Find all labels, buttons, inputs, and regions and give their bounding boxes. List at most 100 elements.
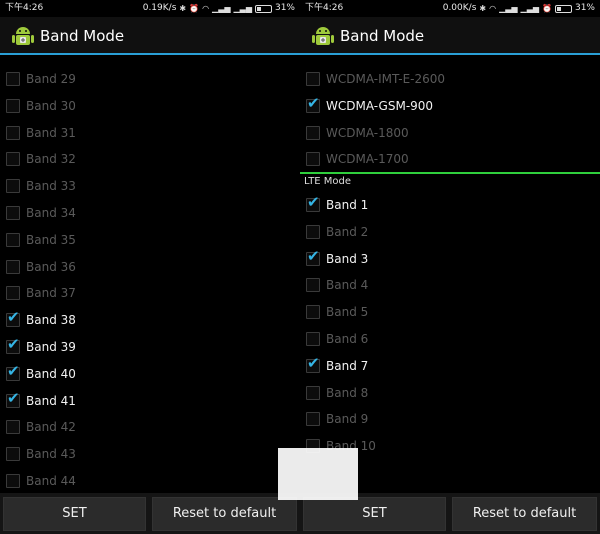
check-icon: ✔ — [7, 308, 20, 327]
band-row[interactable]: ✔ Band 40 — [0, 361, 300, 388]
band-row[interactable]: Band 37 — [0, 280, 300, 307]
page-title: Band Mode — [340, 27, 425, 45]
status-time: 下午4:26 — [5, 3, 44, 13]
check-icon: ✔ — [307, 353, 320, 372]
band-label: Band 1 — [326, 198, 369, 212]
checkbox[interactable] — [6, 179, 20, 194]
band-row[interactable]: Band 2 — [300, 219, 600, 246]
band-row[interactable]: WCDMA-1700 — [300, 146, 600, 173]
signal-icon: ▁▃▅ — [499, 4, 518, 13]
checkbox[interactable] — [6, 420, 20, 435]
checkbox[interactable] — [306, 125, 320, 140]
checkbox[interactable] — [6, 447, 20, 462]
band-label: WCDMA-1700 — [326, 152, 409, 167]
band-label: Band 30 — [26, 98, 76, 113]
checkbox[interactable] — [6, 286, 20, 301]
band-row[interactable]: Band 9 — [300, 406, 600, 433]
page-title: Band Mode — [40, 27, 125, 45]
band-row[interactable]: ✔ Band 7 — [300, 353, 600, 380]
status-bar: 下午4:26 0.19K/s ✱ ⏰ ◠ ▁▃▅ ▁▃▅ 31% — [0, 0, 300, 17]
checkbox[interactable] — [6, 259, 20, 274]
band-row[interactable]: WCDMA-1800 — [300, 120, 600, 147]
band-row[interactable]: ✔ Band 3 — [300, 246, 600, 273]
band-row[interactable]: WCDMA-IMT-E-2600 — [300, 66, 600, 93]
band-row[interactable]: ✔ Band 39 — [0, 334, 300, 361]
left-screen: 下午4:26 0.19K/s ✱ ⏰ ◠ ▁▃▅ ▁▃▅ 31% Band Mo… — [0, 0, 300, 534]
checkbox[interactable] — [6, 98, 20, 113]
check-icon: ✔ — [7, 335, 20, 353]
checkbox-checked[interactable]: ✔ — [306, 195, 320, 212]
band-row[interactable]: Band 32 — [0, 146, 300, 173]
battery-fill — [556, 6, 561, 11]
band-row[interactable]: Band 35 — [0, 227, 300, 254]
band-row[interactable]: Band 36 — [0, 254, 300, 281]
android-icon — [12, 27, 34, 45]
signal-icon-2: ▁▃▅ — [233, 4, 252, 13]
bluetooth-icon: ✱ — [179, 4, 187, 13]
band-row[interactable]: Band 43 — [0, 441, 300, 468]
checkbox[interactable] — [306, 412, 320, 427]
band-row[interactable]: Band 44 — [0, 468, 300, 495]
band-row[interactable]: Band 29 — [0, 66, 300, 93]
checkbox[interactable] — [306, 385, 320, 400]
band-row[interactable]: Band 5 — [300, 299, 600, 326]
checkbox[interactable] — [306, 152, 320, 167]
checkbox-checked[interactable]: ✔ — [306, 95, 320, 113]
checkbox[interactable] — [6, 72, 20, 86]
network-speed: 0.00K/s — [442, 3, 477, 13]
checkbox[interactable] — [306, 278, 320, 293]
band-row[interactable]: Band 42 — [0, 414, 300, 441]
band-row[interactable]: ✔ Band 1 — [300, 192, 600, 219]
alarm-icon: ⏰ — [189, 4, 200, 13]
band-row[interactable]: ✔ Band 41 — [0, 388, 300, 415]
battery-fill — [256, 6, 261, 11]
signal-icon: ▁▃▅ — [212, 4, 231, 13]
band-row[interactable]: Band 4 — [300, 272, 600, 299]
checkbox[interactable] — [306, 72, 320, 86]
checkbox[interactable] — [6, 125, 20, 140]
checkbox[interactable] — [306, 332, 320, 346]
band-label: Band 39 — [26, 340, 76, 354]
signal-icon-2: ▁▃▅ — [520, 4, 540, 13]
reset-default-button[interactable]: Reset to default — [452, 497, 597, 531]
band-label: Band 36 — [26, 259, 76, 274]
band-label: WCDMA-IMT-E-2600 — [326, 72, 446, 86]
reset-default-button[interactable]: Reset to default — [152, 497, 297, 531]
checkbox[interactable] — [306, 305, 320, 320]
checkbox-checked[interactable]: ✔ — [6, 363, 20, 381]
battery-percent: 31% — [574, 3, 595, 13]
band-row[interactable]: Band 8 — [300, 380, 600, 407]
checkbox-checked[interactable]: ✔ — [6, 390, 20, 408]
checkbox[interactable] — [6, 232, 20, 247]
action-bar: Band Mode — [300, 17, 600, 55]
checkbox[interactable] — [6, 152, 20, 167]
band-row[interactable]: Band 31 — [0, 120, 300, 147]
checkbox[interactable] — [306, 224, 320, 239]
band-row[interactable]: ✔ Band 38 — [0, 307, 300, 334]
checkbox-checked[interactable]: ✔ — [6, 308, 20, 328]
band-label: Band 44 — [26, 474, 76, 488]
checkbox-checked[interactable]: ✔ — [306, 353, 320, 373]
battery-percent: 31% — [274, 3, 295, 13]
band-label: Band 6 — [326, 332, 369, 346]
band-row[interactable]: Band 30 — [0, 93, 300, 120]
band-row[interactable]: Band 34 — [0, 200, 300, 227]
status-right: 0.19K/s ✱ ⏰ ◠ ▁▃▅ ▁▃▅ 31% — [143, 0, 295, 17]
status-time: 下午4:26 — [305, 3, 344, 13]
checkbox[interactable] — [6, 474, 20, 488]
band-label: Band 5 — [326, 305, 369, 320]
set-button[interactable]: SET — [3, 497, 146, 531]
battery-icon — [554, 4, 572, 13]
network-speed: 0.19K/s — [142, 3, 177, 13]
wifi-icon: ◠ — [202, 4, 210, 13]
checkbox[interactable] — [6, 206, 20, 220]
band-label: Band 29 — [26, 72, 76, 86]
band-row[interactable]: Band 33 — [0, 173, 300, 200]
band-row[interactable]: Band 6 — [300, 326, 600, 353]
checkbox-checked[interactable]: ✔ — [6, 335, 20, 354]
band-label: Band 42 — [26, 420, 76, 435]
set-button[interactable]: SET — [303, 497, 446, 531]
checkbox-checked[interactable]: ✔ — [306, 248, 320, 266]
band-row[interactable]: ✔ WCDMA-GSM-900 — [300, 93, 600, 120]
band-label: Band 37 — [26, 286, 76, 301]
